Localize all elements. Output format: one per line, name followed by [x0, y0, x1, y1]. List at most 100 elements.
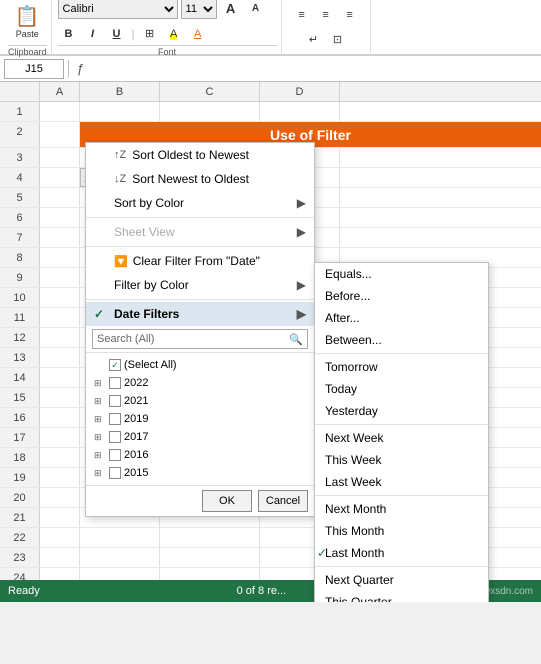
- clear-filter-item[interactable]: 🔽 Clear Filter From "Date": [86, 249, 314, 273]
- next-week-label: Next Week: [325, 431, 383, 445]
- checkbox-2016[interactable]: [109, 449, 121, 461]
- date-filters-item[interactable]: ✓ Date Filters ▶: [86, 302, 314, 326]
- between-label: Between...: [325, 333, 382, 347]
- separator-1: [86, 217, 314, 218]
- grow-font-button[interactable]: A: [220, 0, 242, 20]
- col-header-b: B: [80, 82, 160, 101]
- next-month-item[interactable]: Next Month: [315, 498, 488, 520]
- after-label: After...: [325, 311, 360, 325]
- list-item[interactable]: ⊞ 2015: [92, 464, 308, 482]
- last-week-label: Last Week: [325, 475, 381, 489]
- checkbox-2021-label: 2021: [124, 395, 148, 407]
- ok-button[interactable]: OK: [202, 490, 252, 512]
- this-quarter-item[interactable]: This Quarter: [315, 591, 488, 602]
- filter-color-label: Filter by Color: [114, 278, 189, 292]
- align-left-button[interactable]: ≡: [291, 4, 313, 26]
- yesterday-label: Yesterday: [325, 404, 378, 418]
- bold-button[interactable]: B: [58, 23, 80, 45]
- checkbox-2022[interactable]: [109, 377, 121, 389]
- cancel-button[interactable]: Cancel: [258, 490, 308, 512]
- next-quarter-item[interactable]: Next Quarter: [315, 569, 488, 591]
- cell-reference-box[interactable]: J15: [4, 59, 64, 79]
- checkbox-2021[interactable]: [109, 395, 121, 407]
- search-box[interactable]: Search (All) 🔍: [92, 329, 308, 349]
- checkbox-2015[interactable]: [109, 467, 121, 479]
- list-item[interactable]: ⊞ 2017: [92, 428, 308, 446]
- col-header-a: A: [40, 82, 80, 101]
- next-week-item[interactable]: Next Week: [315, 427, 488, 449]
- table-row: 1: [0, 102, 541, 122]
- sort-color-label: Sort by Color: [114, 196, 184, 210]
- paste-button[interactable]: 📋 Paste: [9, 0, 45, 45]
- list-item[interactable]: ⊞ 2016: [92, 446, 308, 464]
- today-label: Today: [325, 382, 357, 396]
- search-container: Search (All) 🔍: [86, 326, 314, 353]
- this-quarter-label: This Quarter: [325, 595, 392, 602]
- checkbox-2019[interactable]: [109, 413, 121, 425]
- wrap-text-button[interactable]: ↵: [303, 28, 325, 50]
- equals-item[interactable]: Equals...: [315, 263, 488, 285]
- last-month-item[interactable]: ✓ Last Month: [315, 542, 488, 564]
- checkbox-2015-label: 2015: [124, 467, 148, 479]
- clipboard-group: 📋 Paste Clipboard: [4, 0, 52, 55]
- sheet-view-arrow: ▶: [297, 225, 306, 239]
- date-filters-arrow: ▶: [297, 307, 306, 321]
- tomorrow-label: Tomorrow: [325, 360, 378, 374]
- align-right-button[interactable]: ≡: [339, 4, 361, 26]
- border-button[interactable]: ⊞: [139, 23, 161, 45]
- formula-bar: J15 ƒ: [0, 56, 541, 82]
- this-week-item[interactable]: This Week: [315, 449, 488, 471]
- checkbox-select-all-label: (Select All): [124, 359, 177, 371]
- shrink-font-button[interactable]: A: [245, 0, 267, 20]
- checkbox-2019-label: 2019: [124, 413, 148, 425]
- checkbox-list: ✓ (Select All) ⊞ 2022 ⊞ 2021 ⊞ 2019 ⊞: [86, 353, 314, 485]
- checkbox-2017-label: 2017: [124, 431, 148, 443]
- last-week-item[interactable]: Last Week: [315, 471, 488, 493]
- list-item[interactable]: ⊞ 2021: [92, 392, 308, 410]
- list-item[interactable]: ⊞ 2022: [92, 374, 308, 392]
- sort-asc-label: Sort Oldest to Newest: [132, 148, 249, 162]
- merge-button[interactable]: ⊡: [327, 28, 349, 50]
- fill-color-button[interactable]: A: [163, 23, 185, 45]
- tomorrow-item[interactable]: Tomorrow: [315, 356, 488, 378]
- yesterday-item[interactable]: Yesterday: [315, 400, 488, 422]
- col-header-c: C: [160, 82, 260, 101]
- before-item[interactable]: Before...: [315, 285, 488, 307]
- separator-2: [86, 246, 314, 247]
- clear-filter-label: Clear Filter From "Date": [133, 254, 260, 268]
- font-color-button[interactable]: A: [187, 23, 209, 45]
- sheet-view-item[interactable]: Sheet View ▶: [86, 220, 314, 244]
- between-item[interactable]: Between...: [315, 329, 488, 351]
- watermark: wxsdn.com: [483, 586, 533, 597]
- clear-filter-icon: 🔽: [114, 255, 128, 268]
- this-week-label: This Week: [325, 453, 381, 467]
- date-sep-2: [315, 424, 488, 425]
- checkbox-2017[interactable]: [109, 431, 121, 443]
- checkbox-select-all[interactable]: ✓: [109, 359, 121, 371]
- align-center-button[interactable]: ≡: [315, 4, 337, 26]
- status-text: Ready: [8, 585, 40, 597]
- sheet-view-label: Sheet View: [114, 225, 175, 239]
- underline-button[interactable]: U: [106, 23, 128, 45]
- list-item[interactable]: ⊞ 2019: [92, 410, 308, 428]
- sort-color-item[interactable]: Sort by Color ▶: [86, 191, 314, 215]
- italic-button[interactable]: I: [82, 23, 104, 45]
- list-item[interactable]: ✓ (Select All): [92, 356, 308, 374]
- next-quarter-label: Next Quarter: [325, 573, 394, 587]
- sort-asc-item[interactable]: ↑Z Sort Oldest to Newest: [86, 143, 314, 167]
- equals-label: Equals...: [325, 267, 372, 281]
- filter-color-item[interactable]: Filter by Color ▶: [86, 273, 314, 297]
- before-label: Before...: [325, 289, 370, 303]
- filter-color-arrow: ▶: [297, 278, 306, 292]
- date-sep-4: [315, 566, 488, 567]
- font-size-selector[interactable]: 11: [181, 0, 217, 19]
- today-item[interactable]: Today: [315, 378, 488, 400]
- date-submenu: Equals... Before... After... Between... …: [314, 262, 489, 602]
- sort-desc-item[interactable]: ↓Z Sort Newest to Oldest: [86, 167, 314, 191]
- this-month-item[interactable]: This Month: [315, 520, 488, 542]
- last-month-label: Last Month: [325, 546, 384, 560]
- font-selector[interactable]: Calibri: [58, 0, 178, 19]
- sort-asc-icon: ↑Z: [114, 149, 126, 161]
- date-sep-1: [315, 353, 488, 354]
- after-item[interactable]: After...: [315, 307, 488, 329]
